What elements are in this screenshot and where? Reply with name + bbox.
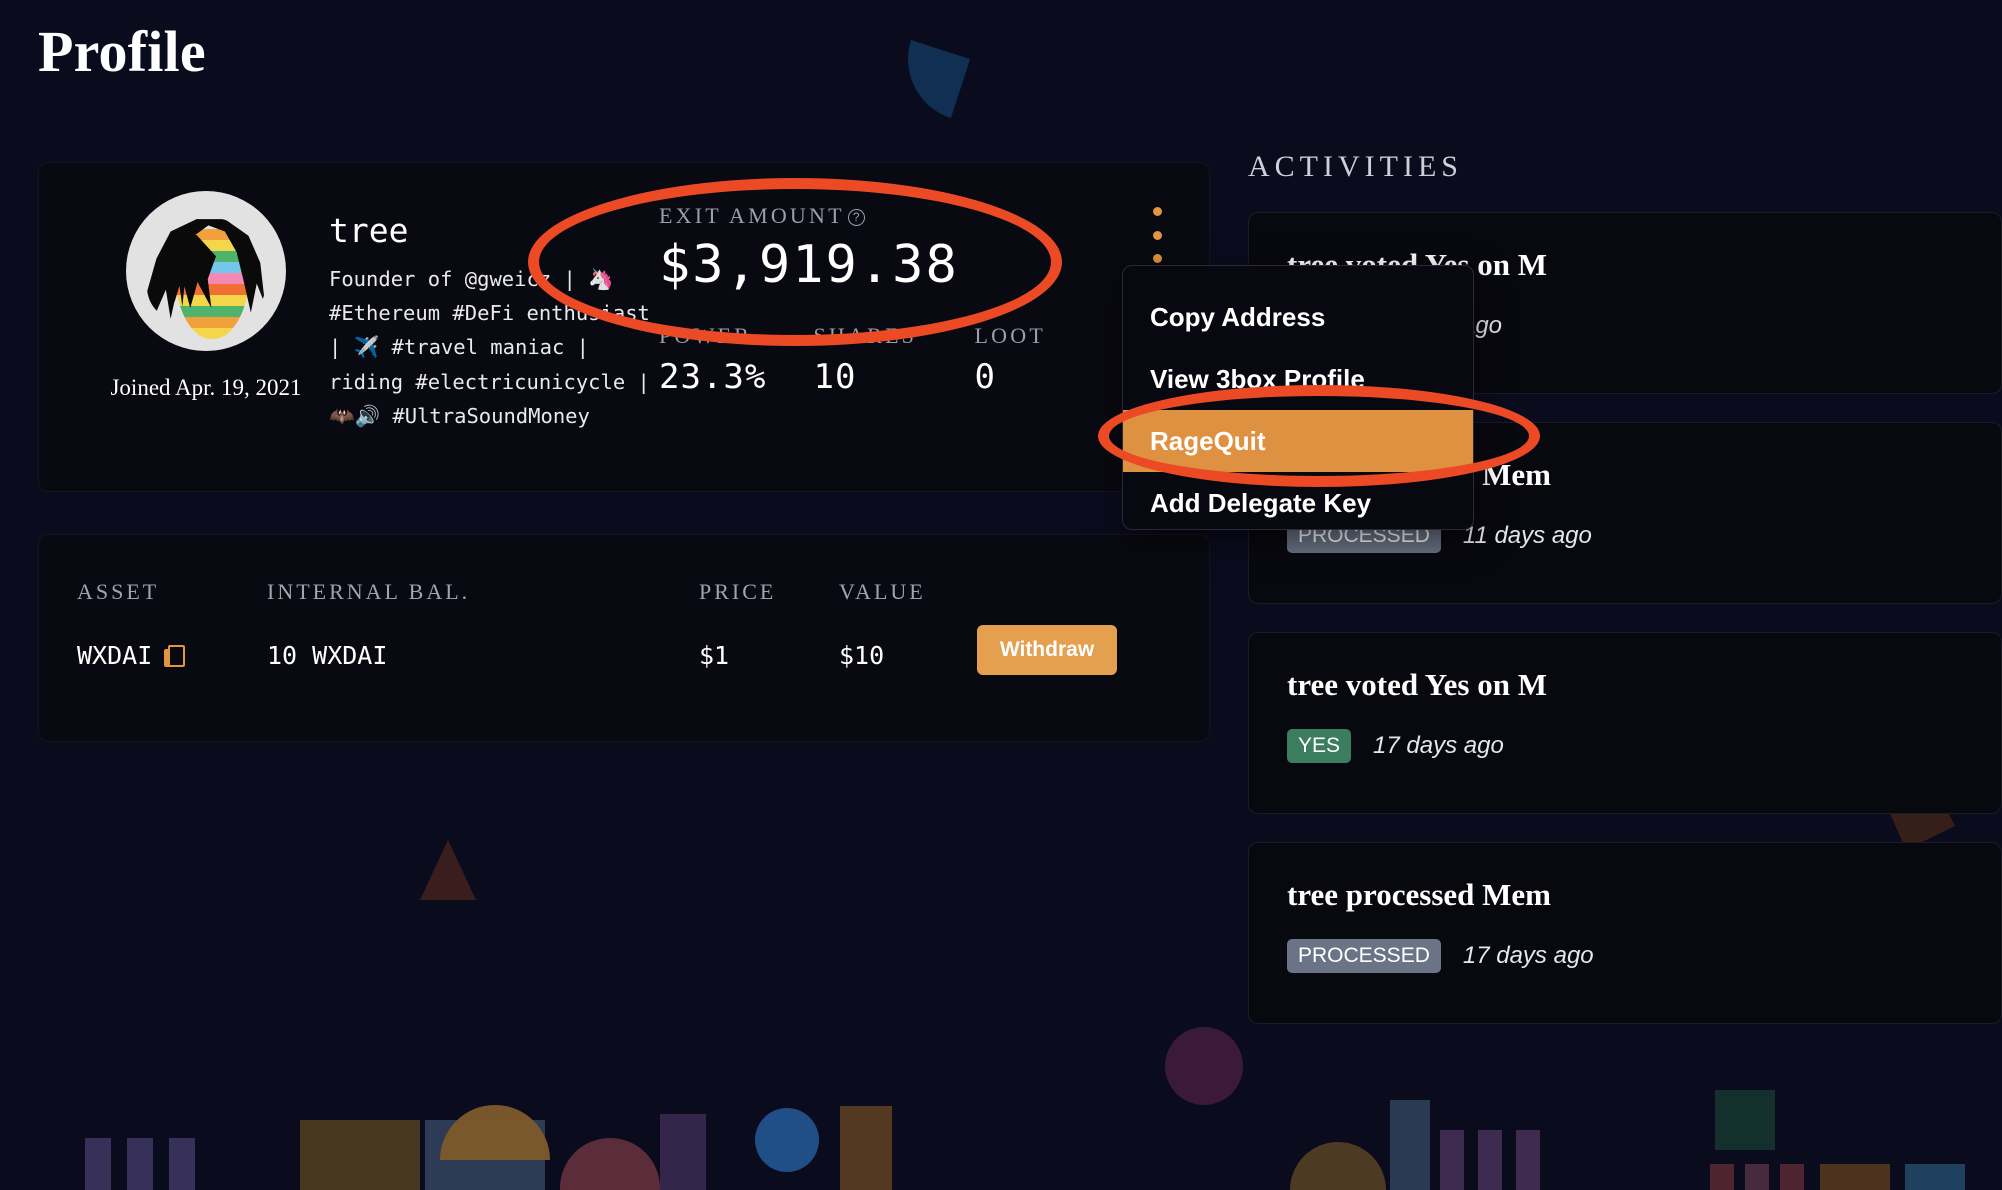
bio-column: tree Founder of @gweicz | 🦄 #Ethereum #D… (329, 211, 659, 433)
stat-loot-value: 0 (974, 357, 996, 397)
stat-loot: LOOT 0 (975, 323, 1130, 397)
decor-bottom-c (1780, 1164, 1804, 1190)
decor-triangle-middle (420, 840, 476, 900)
bio-text: Founder of @gweicz | 🦄 #Ethereum #DeFi e… (329, 267, 650, 428)
column-header-asset: ASSET (77, 579, 160, 604)
list-item[interactable]: tree processed Mem PROCESSED 17 days ago (1248, 842, 2002, 1024)
asset-symbol: WXDAI (77, 641, 153, 670)
decor-teal-block (1715, 1090, 1775, 1150)
assets-table-header: ASSET INTERNAL BAL. PRICE VALUE (39, 579, 1209, 609)
decor-bars-left (85, 1138, 245, 1190)
decor-arc-b (560, 1138, 660, 1190)
menu-item-copy-address[interactable]: Copy Address (1123, 286, 1473, 348)
menu-item-add-delegate-key[interactable]: Add Delegate Key (1123, 472, 1473, 534)
exit-amount-block: EXIT AMOUNT ? $3,919.38 (659, 203, 1129, 295)
avatar (126, 191, 286, 351)
exit-amount-label-row: EXIT AMOUNT ? (659, 203, 1129, 229)
withdraw-button[interactable]: Withdraw (977, 625, 1117, 675)
stat-shares-label: SHARES (813, 323, 918, 348)
stat-power-value: 23.3% (659, 357, 767, 397)
decor-bottom-d (1820, 1164, 1890, 1190)
copy-icon[interactable] (164, 644, 186, 667)
decor-circle-a (755, 1108, 819, 1172)
profile-actions-dropdown[interactable]: Copy Address View 3box Profile RageQuit … (1122, 265, 1474, 530)
column-header-price: PRICE (699, 579, 777, 604)
decor-strip-e (1390, 1100, 1430, 1190)
stat-power-label: POWER (659, 323, 752, 348)
activity-meta: PROCESSED 17 days ago (1287, 939, 1963, 973)
activity-headline: tree voted Yes on M (1287, 667, 1547, 702)
exit-amount-value: $3,919.38 (659, 235, 959, 295)
kebab-dot-3 (1152, 254, 1162, 263)
column-header-value: VALUE (839, 579, 926, 604)
cell-internal-balance: 10 WXDAI (267, 641, 388, 670)
activities-title: ACTIVITIES (1248, 150, 1463, 183)
exit-amount-label: EXIT AMOUNT (659, 203, 845, 228)
profile-card: Joined Apr. 19, 2021 tree Founder of @gw… (38, 162, 1210, 492)
assets-card: ASSET INTERNAL BAL. PRICE VALUE WXDAI 10… (38, 534, 1210, 742)
menu-item-ragequit[interactable]: RageQuit (1123, 410, 1473, 472)
page-title: Profile (38, 19, 206, 84)
display-name: tree (329, 211, 409, 250)
decor-strip-d (840, 1106, 892, 1190)
stat-row: POWER 23.3% SHARES 10 LOOT 0 (659, 323, 1129, 397)
status-badge: YES (1287, 729, 1352, 763)
activity-time: 17 days ago (1462, 942, 1594, 969)
cell-value: $10 (839, 641, 885, 670)
list-item[interactable]: tree voted Yes on M YES 17 days ago (1248, 632, 2002, 814)
avatar-column: Joined Apr. 19, 2021 (89, 191, 323, 402)
decor-arc-c (1290, 1142, 1386, 1190)
decor-wedge-top (891, 39, 971, 119)
decor-circle-b (1165, 1027, 1243, 1105)
stat-loot-label: LOOT (974, 323, 1046, 348)
kebab-menu-icon[interactable] (1143, 207, 1171, 263)
decor-strip-c (660, 1114, 706, 1190)
decor-bottom-a (1710, 1164, 1734, 1190)
activity-headline: tree processed Mem (1287, 877, 1551, 912)
info-circle-icon[interactable]: ? (847, 208, 865, 226)
decor-strip-b (425, 1120, 545, 1190)
menu-item-view-3box-profile[interactable]: View 3box Profile (1123, 348, 1473, 410)
cell-asset: WXDAI (77, 641, 186, 670)
decor-strip-a (300, 1120, 420, 1190)
decor-bottom-b (1745, 1164, 1769, 1190)
stats-column: EXIT AMOUNT ? $3,919.38 POWER 23.3% SHAR… (659, 203, 1129, 397)
column-header-balance: INTERNAL BAL. (267, 579, 471, 604)
cell-price: $1 (699, 641, 730, 670)
activity-time: 17 days ago (1373, 732, 1504, 759)
stat-power: POWER 23.3% (659, 323, 814, 397)
kebab-dot-2 (1152, 230, 1162, 240)
decor-arc-a (440, 1105, 550, 1160)
decor-bottom-e (1905, 1164, 1965, 1190)
status-badge: PROCESSED (1287, 939, 1441, 973)
activity-meta: YES 17 days ago (1287, 729, 1963, 763)
activity-time: 11 days ago (1462, 522, 1592, 549)
joined-date: Joined Apr. 19, 2021 (110, 375, 302, 400)
stat-shares-value: 10 (813, 357, 857, 397)
kebab-dot-1 (1152, 207, 1162, 216)
stat-shares: SHARES 10 (814, 323, 975, 397)
decor-bars-right (1440, 1130, 1570, 1190)
